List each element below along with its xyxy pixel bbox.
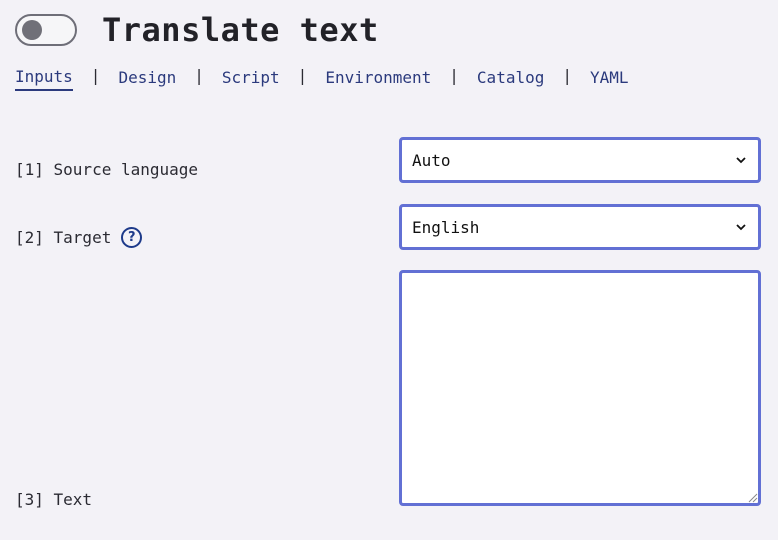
tab-design[interactable]: Design bbox=[118, 68, 176, 90]
chevron-down-icon bbox=[736, 157, 746, 164]
target-language-value: English bbox=[412, 217, 480, 237]
tab-yaml[interactable]: YAML bbox=[590, 68, 629, 90]
tab-separator: | bbox=[90, 66, 101, 85]
target-language-select[interactable]: English bbox=[399, 204, 761, 250]
tab-environment[interactable]: Environment bbox=[325, 68, 431, 90]
source-language-label-text: [1] Source language bbox=[15, 160, 199, 179]
tab-catalog[interactable]: Catalog bbox=[477, 68, 544, 90]
target-label-text: [2] Target bbox=[15, 228, 112, 247]
tab-separator: | bbox=[194, 66, 204, 85]
target-label: [2] Target ? bbox=[15, 227, 143, 248]
toggle-knob bbox=[22, 20, 42, 40]
tab-bar: Inputs | Design | Script | Environment |… bbox=[15, 66, 629, 91]
text-label-text: [3] Text bbox=[15, 490, 93, 509]
tab-script[interactable]: Script bbox=[222, 68, 280, 90]
source-language-value: Auto bbox=[412, 150, 451, 170]
tab-separator: | bbox=[449, 66, 459, 85]
source-language-label: [1] Source language bbox=[15, 160, 198, 179]
source-language-select[interactable]: Auto bbox=[399, 137, 761, 183]
chevron-down-icon bbox=[736, 224, 746, 231]
enable-toggle[interactable] bbox=[15, 14, 77, 46]
page-title: Translate text bbox=[102, 11, 379, 49]
text-input[interactable] bbox=[399, 270, 761, 506]
help-icon[interactable]: ? bbox=[121, 227, 143, 248]
resize-grip-icon[interactable] bbox=[746, 491, 758, 503]
tab-separator: | bbox=[562, 66, 572, 85]
tab-inputs[interactable]: Inputs bbox=[15, 67, 73, 91]
tab-separator: | bbox=[297, 66, 308, 85]
header: Translate text bbox=[15, 10, 379, 50]
text-label: [3] Text bbox=[15, 490, 92, 509]
